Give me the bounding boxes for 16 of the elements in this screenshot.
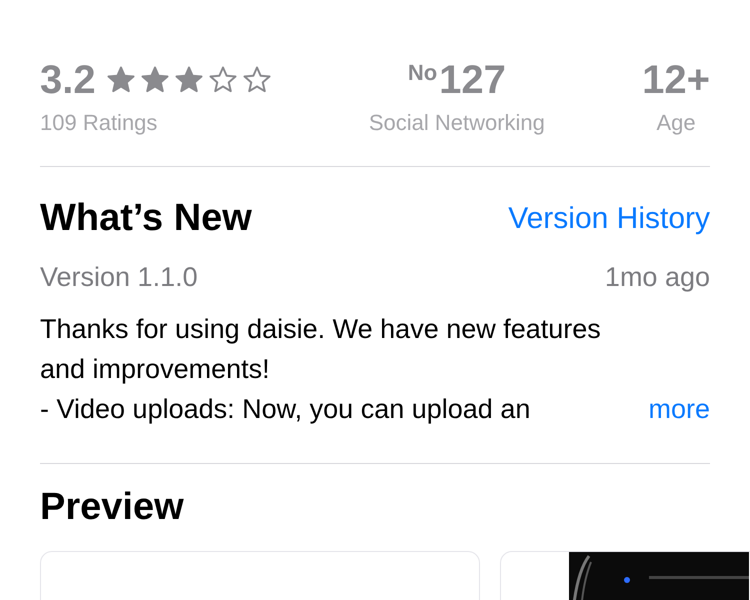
section-title: What’s New [40, 197, 252, 240]
release-notes-line: - Video uploads: Now, you can upload an [40, 393, 530, 426]
rank-number: 127 [439, 57, 506, 104]
version-history-link[interactable]: Version History [508, 202, 710, 236]
release-notes-line: Thanks for using daisie. We have new features [40, 313, 602, 346]
version-label: Version 1.1.0 [40, 262, 198, 293]
more-link[interactable]: more [648, 389, 710, 429]
age-rating: 12+ [642, 57, 710, 104]
category-label: Social Networking [368, 110, 545, 136]
rank-prefix: No [408, 60, 438, 86]
age-label: Age [656, 110, 696, 136]
ratings-count: 109 Ratings [40, 110, 158, 136]
section-title: Preview [40, 486, 185, 529]
release-date: 1mo ago [604, 262, 710, 293]
release-notes-line: and improvements! [40, 353, 271, 386]
rating-value: 3.2 [40, 57, 96, 104]
